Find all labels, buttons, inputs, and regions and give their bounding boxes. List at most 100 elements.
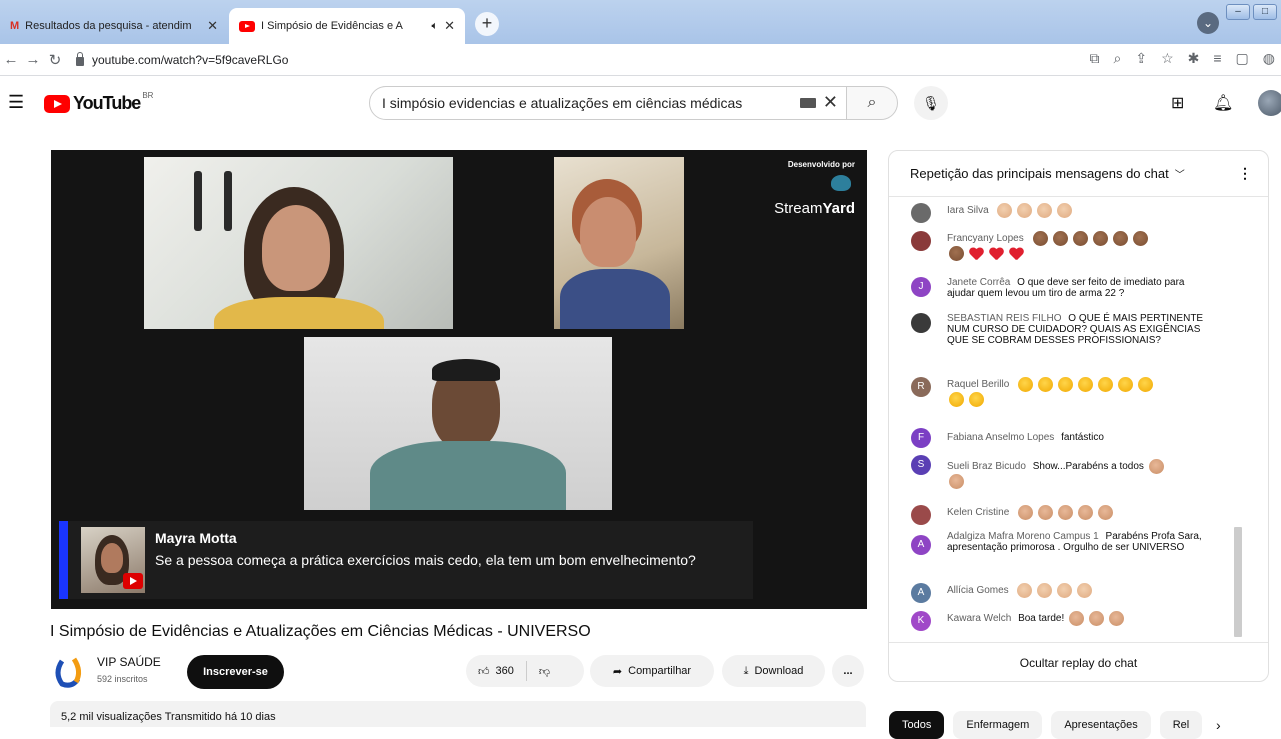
search-query: I simpósio evidencias e atualizações em … [382, 95, 743, 111]
tab-title: Resultados da pesquisa - atendim [25, 20, 192, 32]
address-bar[interactable]: youtube.com/watch?v=5f9caveRLGo [76, 52, 288, 67]
download-icon: ⤓ [743, 664, 749, 677]
share-label: Compartilhar [628, 665, 692, 677]
chat-author: Francyany Lopes [947, 233, 1024, 245]
chat-text: Show...Parabéns a todos [1032, 461, 1144, 473]
chat-message: K Kawara Welch Boa tarde! [911, 611, 1211, 631]
like-button[interactable]: 👍︎ 360 [466, 655, 526, 687]
menu-icon[interactable]: ☰ [8, 92, 24, 113]
create-video-icon[interactable]: ⊞ [1171, 93, 1184, 113]
clapping-emoji-icon [1098, 505, 1114, 520]
chat-message-body: Iara Silva [947, 203, 1075, 223]
chat-replay-panel: Repetição das principais mensagens do ch… [888, 150, 1269, 682]
close-tab-icon[interactable]: ✕ [207, 18, 218, 34]
chat-avatar [911, 231, 931, 251]
forward-icon[interactable]: → [22, 51, 44, 68]
chat-header[interactable]: Repetição das principais mensagens do ch… [889, 151, 1268, 197]
red-heart-icon [969, 247, 984, 261]
comment-text: Se a pessoa começa a prática exercícios … [155, 552, 696, 568]
reading-list-icon[interactable]: ≡ [1213, 50, 1221, 67]
gmail-icon: M [10, 20, 20, 32]
share-button[interactable]: ➦ Compartilhar [590, 655, 714, 687]
side-panel-icon[interactable]: ▢ [1236, 50, 1249, 67]
tab-title: I Simpósio de Evidências e A [261, 20, 403, 32]
chip-nursing[interactable]: Enfermagem [953, 711, 1043, 739]
chat-text: fantástico [1061, 432, 1104, 443]
channel-avatar[interactable] [52, 655, 86, 689]
streamyard-brand: StreamYard [774, 200, 855, 217]
chat-avatar: K [911, 611, 931, 631]
red-heart-icon [1009, 247, 1024, 261]
streamyard-bird-icon [831, 175, 851, 191]
related-filter-chips: Todos Enfermagem Apresentações Rel [889, 711, 1203, 739]
download-button[interactable]: ⤓ Download [722, 655, 825, 687]
chat-message-body: Kelen Cristine [947, 505, 1116, 525]
account-avatar[interactable] [1258, 90, 1281, 116]
chevron-right-icon[interactable]: › [1216, 711, 1221, 739]
chat-message: Kelen Cristine [911, 505, 1211, 525]
tab-search-results[interactable]: M Resultados da pesquisa - atendim ✕ [0, 8, 228, 44]
views-and-date: 5,2 mil visualizações Transmitido há 10 … [61, 711, 276, 723]
youtube-logo[interactable]: YouTube BR [44, 91, 153, 114]
share-page-icon[interactable]: ⇪ [1135, 50, 1147, 67]
voice-search-button[interactable]: 🎙︎ [914, 86, 948, 120]
new-tab-button[interactable]: + [475, 12, 499, 36]
streamyard-caption: Desenvolvido por [787, 160, 855, 169]
install-app-icon[interactable]: ⧉ [1090, 50, 1100, 67]
chip-all[interactable]: Todos [889, 711, 945, 739]
clapping-emoji-icon [1018, 505, 1034, 520]
keyboard-icon[interactable] [800, 98, 816, 108]
lock-icon[interactable] [76, 52, 84, 66]
description-box[interactable]: 5,2 mil visualizações Transmitido há 10 … [50, 701, 866, 727]
participant-video-woman-left [144, 157, 453, 329]
chat-avatar: J [911, 277, 931, 297]
bookmark-star-icon[interactable]: ☆ [1161, 50, 1174, 67]
minimize-button[interactable]: – [1226, 4, 1250, 20]
thumbs-up-icon: 👍︎ [478, 665, 490, 678]
chat-author: Kelen Cristine [947, 507, 1010, 519]
streamyard-watermark: Desenvolvido por StreamYard [774, 160, 855, 217]
chat-message-body: Francyany Lopes [947, 231, 1151, 261]
search-button[interactable]: ⌕ [846, 86, 898, 120]
profile-icon[interactable]: ◍ [1263, 50, 1275, 67]
download-label: Download [754, 665, 804, 677]
clapping-emoji-icon [969, 392, 984, 407]
maximize-button[interactable]: □ [1253, 4, 1277, 20]
clapping-emoji-icon [1037, 203, 1053, 218]
browser-tab-strip: M Resultados da pesquisa - atendim ✕ I S… [0, 0, 1281, 44]
close-tab-icon[interactable]: ✕ [444, 18, 455, 34]
chat-message: R Raquel Berillo [911, 377, 1211, 407]
more-actions-button[interactable]: ... [832, 655, 864, 687]
toolbar-actions: ⧉ ⌕ ⇪ ☆ ✱ ≡ ▢ ◍ [1090, 50, 1276, 67]
participant-shirt [214, 297, 384, 329]
extensions-icon[interactable]: ✱ [1188, 50, 1200, 67]
video-player[interactable]: Desenvolvido por StreamYard Mayra Motta … [51, 150, 867, 609]
chip-presentations[interactable]: Apresentações [1051, 711, 1151, 739]
subscribe-button[interactable]: Inscrever-se [187, 655, 284, 689]
hide-chat-replay-button[interactable]: Ocultar replay do chat [889, 642, 1268, 681]
chip-related[interactable]: Rel [1159, 711, 1203, 739]
clapping-emoji-icon [1092, 231, 1108, 246]
chat-message-body: Adalgiza Mafra Moreno Campus 1 Parabéns … [947, 531, 1211, 555]
back-icon[interactable]: ← [0, 51, 22, 68]
thumbs-down-icon: 👎︎ [538, 665, 551, 678]
audio-playing-icon[interactable]: 🔈︎ [431, 20, 438, 33]
dislike-button[interactable]: 👎︎ [527, 655, 562, 687]
channel-name[interactable]: VIP SAÚDE [97, 655, 161, 669]
chat-scrollbar[interactable] [1234, 527, 1242, 637]
chat-message: SEBASTIAN REIS FILHO O QUE É MAIS PERTIN… [911, 313, 1211, 346]
notifications-bell-icon[interactable]: 🔔︎ [1213, 93, 1233, 113]
chevron-down-icon[interactable]: ﹀ [1175, 166, 1185, 181]
kebab-menu-icon[interactable]: ⋮ [1238, 165, 1252, 182]
chat-message-list[interactable]: Iara Silva Francyany Lopes J Janete Corr… [889, 197, 1249, 642]
clapping-emoji-icon [1017, 583, 1033, 598]
clapping-emoji-icon [1078, 377, 1094, 392]
tab-search-chevron-icon[interactable]: ⌄ [1197, 12, 1219, 34]
reload-icon[interactable]: ↻ [44, 51, 66, 69]
zoom-icon[interactable]: ⌕ [1114, 50, 1122, 67]
clear-search-icon[interactable]: ✕ [823, 92, 838, 113]
tab-youtube-video[interactable]: I Simpósio de Evidências e A 🔈︎ ✕ [229, 8, 465, 44]
search-input[interactable]: I simpósio evidencias e atualizações em … [369, 86, 847, 120]
clapping-emoji-icon [1057, 583, 1073, 598]
youtube-header: ☰ YouTube BR I simpósio evidencias e atu… [0, 76, 1281, 132]
